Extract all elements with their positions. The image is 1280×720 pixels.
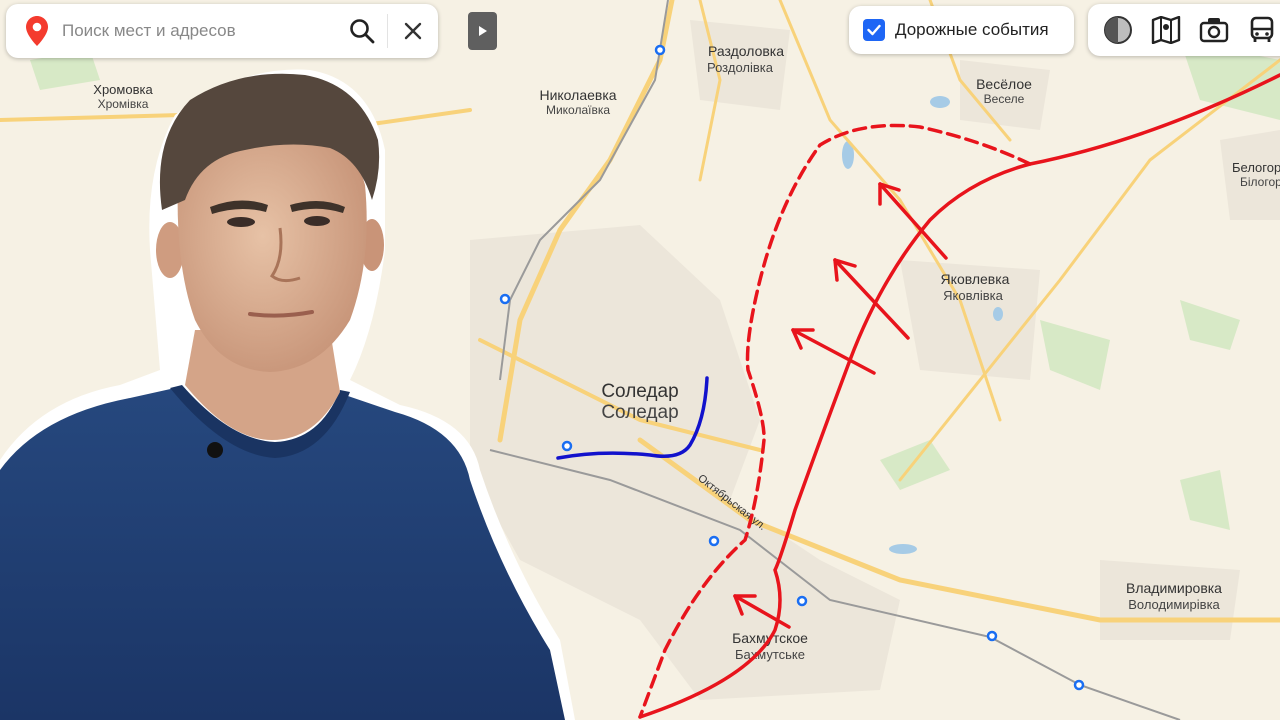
panorama-icon	[1199, 18, 1229, 43]
portrait-photo	[0, 69, 575, 720]
traffic-events-toggle[interactable]: Дорожные события	[849, 6, 1074, 54]
panel-toggle-button[interactable]	[468, 12, 497, 50]
transport-button[interactable]	[1238, 6, 1280, 54]
panorama-button[interactable]	[1190, 6, 1238, 54]
transport-icon	[1250, 16, 1274, 42]
clear-button[interactable]	[388, 4, 438, 58]
label-soledar-ua: Соледар	[601, 402, 678, 423]
label-razdolovka: Раздоловка	[708, 43, 784, 59]
traffic-events-checkbox[interactable]	[863, 19, 885, 41]
label-yakovlevka: Яковлевка	[941, 271, 1010, 287]
arrow-3	[791, 328, 876, 375]
play-triangle-icon	[478, 26, 487, 36]
label-bakhmutskoe-ua: Бахмутське	[735, 647, 805, 662]
label-vladimirovka-ua: Володимирівка	[1128, 597, 1220, 612]
map-scheme-button[interactable]	[1142, 6, 1190, 54]
map-scheme-icon	[1151, 16, 1181, 44]
search-input[interactable]: Поиск мест и адресов	[62, 21, 337, 41]
dimmer-button[interactable]	[1094, 6, 1142, 54]
close-icon	[404, 22, 422, 40]
map-pin-icon	[20, 14, 54, 48]
label-vladimirovka: Владимировка	[1126, 580, 1222, 596]
traffic-events-label: Дорожные события	[895, 20, 1049, 39]
lavalier-mic	[207, 442, 223, 458]
dimmer-icon	[1104, 16, 1132, 44]
eye-left	[227, 217, 255, 227]
label-belogor: Белогор	[1232, 160, 1280, 175]
checkmark-icon	[867, 24, 881, 36]
label-veseloe-ua: Веселе	[984, 92, 1025, 106]
map-layers-toolbar	[1088, 4, 1280, 56]
search-button[interactable]	[337, 4, 387, 58]
arrow-2	[833, 258, 910, 340]
label-razdolovka-ua: Роздолівка	[707, 60, 774, 75]
eye-right	[304, 216, 330, 226]
arrow-1	[878, 182, 948, 260]
label-veseloe: Весёлое	[976, 76, 1032, 92]
search-bar[interactable]: Поиск мест и адресов	[6, 4, 438, 58]
label-soledar: Соледар	[601, 381, 678, 402]
label-yakovlevka-ua: Яковлівка	[943, 288, 1003, 303]
label-belogor-ua: Білогор	[1240, 175, 1280, 189]
search-icon	[350, 19, 375, 44]
